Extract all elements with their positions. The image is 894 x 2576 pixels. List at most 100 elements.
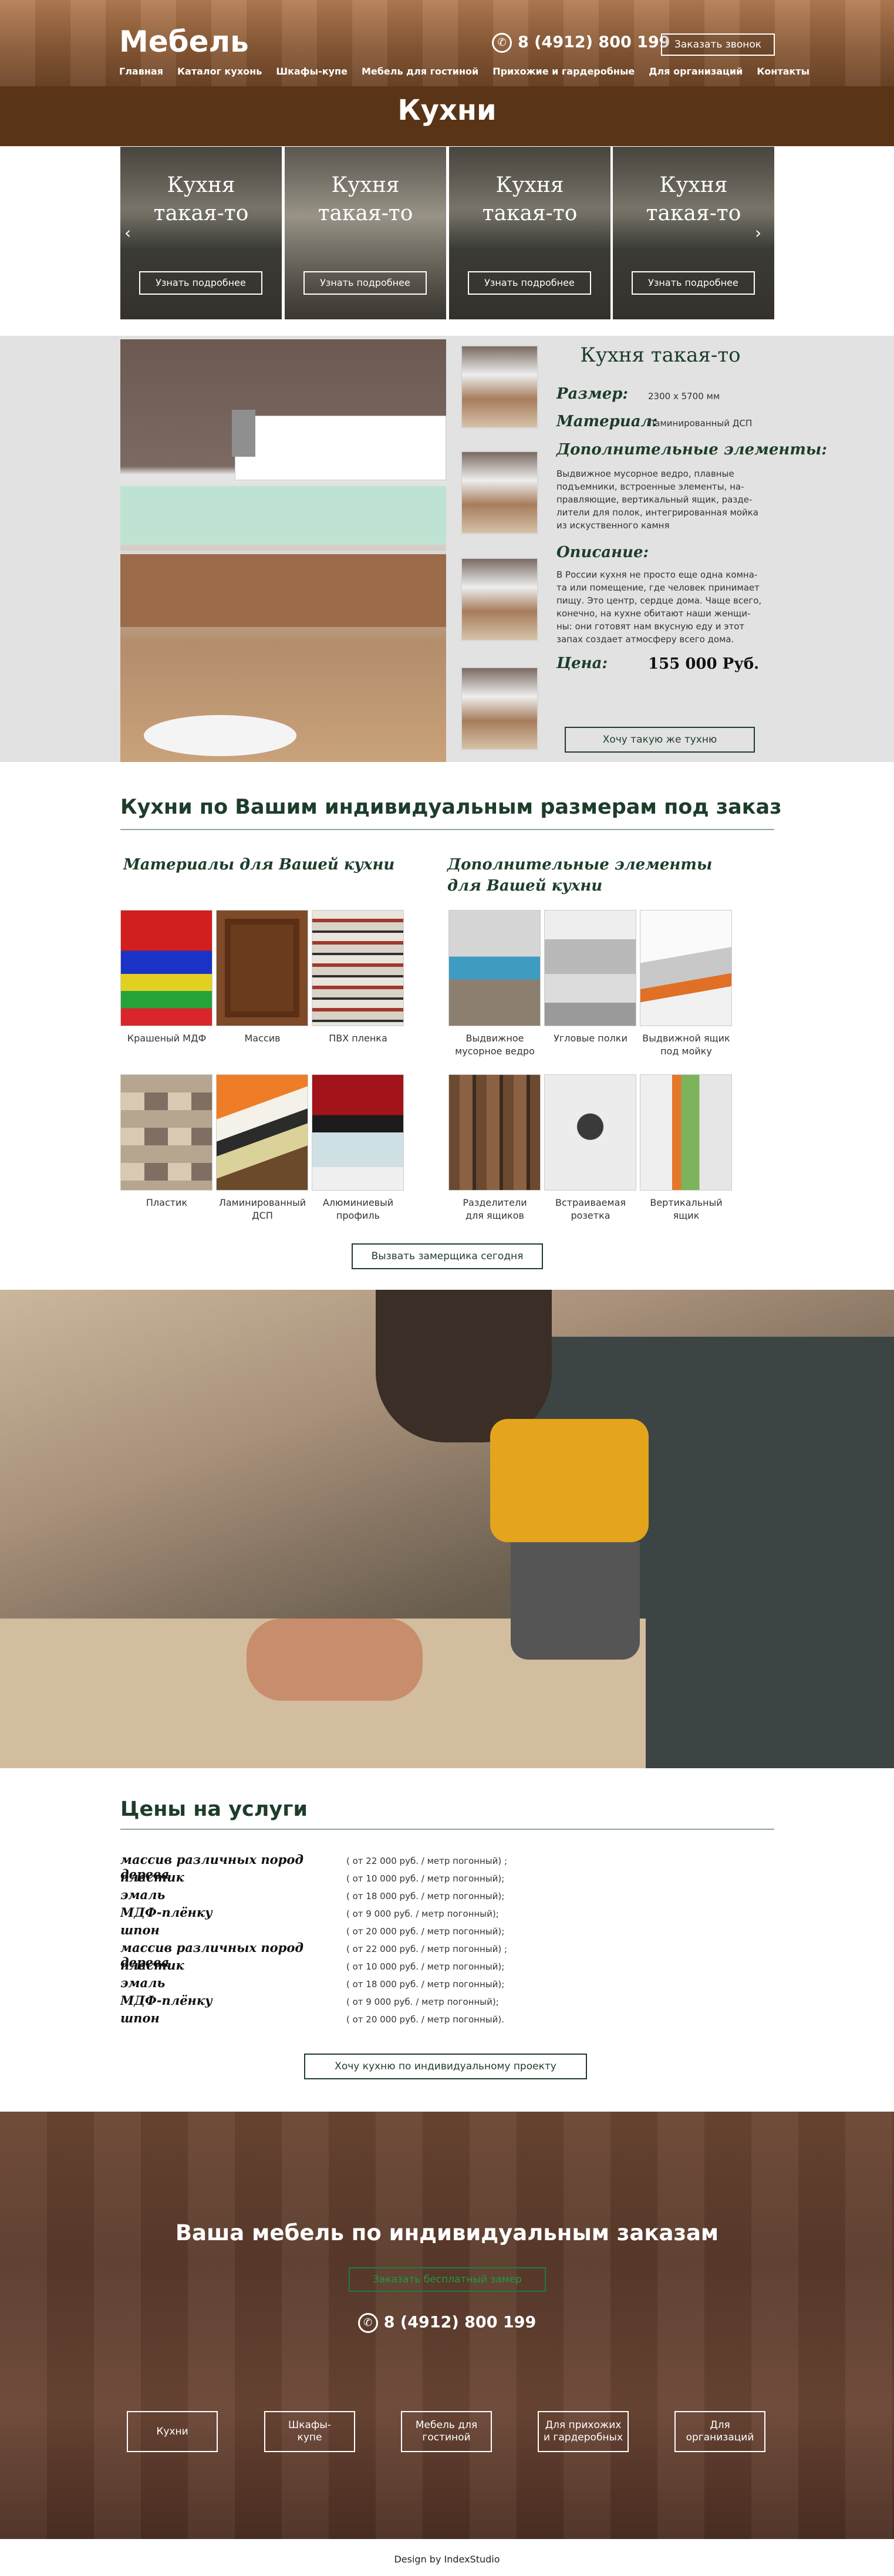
extra-tile[interactable]: [544, 1074, 636, 1191]
material-tile[interactable]: [216, 910, 308, 1026]
extra-caption: Вертикальный ящик: [650, 1197, 723, 1221]
extra-tile[interactable]: [448, 1074, 541, 1191]
design-credit[interactable]: Design by IndexStudio: [0, 2554, 894, 2565]
custom-project-button[interactable]: Хочу кухню по индивидуальному проекту: [304, 2054, 587, 2079]
material-value: Ламинированный ДСП: [648, 418, 753, 429]
chevron-left-icon[interactable]: ‹: [124, 223, 136, 242]
price-row: эмаль( от 18 000 руб. / метр погонный);: [120, 1887, 505, 1902]
price-row: шпон( от 20 000 руб. / метр погонный);: [120, 1923, 505, 1937]
material-tile[interactable]: [216, 1074, 308, 1191]
price-row: МДФ-плёнку( от 9 000 руб. / метр погонны…: [120, 1905, 499, 1920]
price-value: 155 000 Руб.: [648, 655, 760, 673]
material-tile[interactable]: [120, 910, 212, 1026]
footer-link-living-room[interactable]: Мебель для гостиной: [401, 2411, 492, 2452]
material-caption: Ламинированный ДСП: [218, 1197, 306, 1221]
material-tile[interactable]: [312, 1074, 404, 1191]
description-text: В России кухня не просто еще одна комна-…: [556, 569, 762, 645]
carousel-card-title: Кухня такая-то: [482, 173, 578, 225]
section-divider: [120, 1829, 774, 1830]
material-tile[interactable]: [312, 910, 404, 1026]
extras-text: Выдвижное мусорное ведро, плавные подъем…: [556, 468, 758, 531]
nav-item-hallways[interactable]: Прихожие и гардеробные: [492, 66, 635, 77]
nav-item-wardrobes[interactable]: Шкафы-купе: [276, 66, 348, 77]
footer-link-kitchens[interactable]: Кухни: [127, 2411, 218, 2452]
footer-phone[interactable]: ✆ 8 (4912) 800 199: [0, 2313, 894, 2333]
footer-hero-title: Ваша мебель по индивидуальным заказам: [175, 2220, 719, 2245]
kitchen-thumbnail[interactable]: [461, 667, 538, 750]
kitchen-thumbnail[interactable]: [461, 451, 538, 534]
extra-caption: Встраиваемая розетка: [555, 1197, 626, 1221]
nav-item-organizations[interactable]: Для организаций: [649, 66, 743, 77]
price-label: Цена:: [556, 655, 608, 672]
nav-item-living-room[interactable]: Мебель для гостиной: [362, 66, 478, 77]
carousel-card[interactable]: Кухня такая-то Узнать подробнее: [285, 147, 446, 319]
carousel-more-button[interactable]: Узнать подробнее: [303, 271, 427, 295]
price-row: массив различных пород дерева( от 22 000…: [120, 1852, 508, 1882]
kitchen-main-image: [120, 339, 446, 762]
material-caption: Крашеный МДФ: [127, 1033, 207, 1044]
price-row: массив различных пород дерева( от 22 000…: [120, 1940, 508, 1970]
site-logo[interactable]: Мебель: [119, 25, 249, 59]
extras-heading: Дополнительные элементы для Вашей кухни: [447, 856, 713, 895]
order-call-button[interactable]: Заказать звонок: [661, 33, 775, 56]
extra-caption: Угловые полки: [554, 1033, 628, 1044]
free-measure-button[interactable]: Заказать бесплатный замер: [349, 2267, 546, 2292]
main-nav: Главная Каталог кухонь Шкафы-купе Мебель…: [119, 66, 809, 77]
footer-phone-number: 8 (4912) 800 199: [383, 2313, 537, 2332]
carousel-card-title: Кухня такая-то: [318, 173, 413, 225]
carousel-card[interactable]: Кухня такая-то Узнать подробнее: [449, 147, 610, 319]
extra-tile[interactable]: [640, 1074, 732, 1191]
phone-icon: ✆: [357, 2313, 378, 2333]
extra-caption: Выдвижной ящик под мойку: [642, 1033, 730, 1057]
chevron-right-icon[interactable]: ›: [755, 223, 767, 242]
prices-heading: Цены на услуги: [120, 1798, 308, 1821]
carousel-card[interactable]: Кухня такая-то Узнать подробнее: [120, 147, 282, 319]
craftsman-photo: [0, 1290, 894, 1768]
header-phone[interactable]: ✆ 8 (4912) 800 199: [492, 33, 670, 53]
nav-item-catalog[interactable]: Каталог кухонь: [177, 66, 262, 77]
description-label: Описание:: [556, 544, 649, 561]
carousel-pointer: [352, 319, 369, 328]
carousel-more-button[interactable]: Узнать подробнее: [139, 271, 262, 295]
page-title: Кухни: [397, 94, 497, 127]
extras-label: Дополнительные элементы:: [556, 441, 827, 458]
price-row: МДФ-плёнку( от 9 000 руб. / метр погонны…: [120, 1993, 499, 2008]
price-row: пластик( от 10 000 руб. / метр погонный)…: [120, 1958, 505, 1973]
extra-tile[interactable]: [448, 910, 541, 1026]
section-divider: [120, 829, 774, 830]
carousel-card-title: Кухня такая-то: [646, 173, 741, 225]
size-label: Размер:: [556, 385, 629, 403]
footer-link-hallways[interactable]: Для прихожих и гардеробных: [538, 2411, 629, 2452]
phone-icon: ✆: [492, 33, 512, 53]
material-label: Материал:: [556, 413, 658, 430]
want-same-kitchen-button[interactable]: Хочу такую же тухню: [565, 727, 755, 753]
footer-link-wardrobes[interactable]: Шкафы-купе: [264, 2411, 355, 2452]
carousel-card[interactable]: Кухня такая-то Узнать подробнее: [613, 147, 774, 319]
price-list: массив различных пород дерева( от 22 000…: [120, 1852, 531, 2028]
extra-caption: Разделители для ящиков: [463, 1197, 527, 1221]
carousel-more-button[interactable]: Узнать подробнее: [468, 271, 591, 295]
nav-item-contacts[interactable]: Контакты: [757, 66, 809, 77]
carousel-card-title: Кухня такая-то: [153, 173, 249, 225]
material-caption: Алюминиевый профиль: [322, 1197, 394, 1221]
extra-caption: Выдвижное мусорное ведро: [455, 1033, 535, 1057]
material-caption: Массив: [244, 1033, 281, 1044]
kitchen-thumbnail[interactable]: [461, 345, 538, 429]
kitchen-thumbnail[interactable]: [461, 558, 538, 641]
material-caption: Пластик: [146, 1197, 188, 1208]
price-row: пластик( от 10 000 руб. / метр погонный)…: [120, 1870, 505, 1884]
price-row: эмаль( от 18 000 руб. / метр погонный);: [120, 1975, 505, 1990]
kitchen-title: Кухня такая-то: [580, 343, 741, 367]
extra-tile[interactable]: [544, 910, 636, 1026]
footer-link-organizations[interactable]: Для организаций: [674, 2411, 765, 2452]
carousel-more-button[interactable]: Узнать подробнее: [632, 271, 755, 295]
material-tile[interactable]: [120, 1074, 212, 1191]
custom-heading: Кухни по Вашим индивидуальным размерам п…: [120, 795, 782, 819]
extra-tile[interactable]: [640, 910, 732, 1026]
nav-item-home[interactable]: Главная: [119, 66, 163, 77]
header-phone-number: 8 (4912) 800 199: [518, 33, 670, 52]
size-value: 2300 х 5700 мм: [648, 391, 720, 402]
materials-heading: Материалы для Вашей кухни: [123, 856, 395, 874]
call-measurer-button[interactable]: Вызвать замерщика сегодня: [352, 1243, 543, 1269]
material-caption: ПВХ пленка: [329, 1033, 387, 1044]
